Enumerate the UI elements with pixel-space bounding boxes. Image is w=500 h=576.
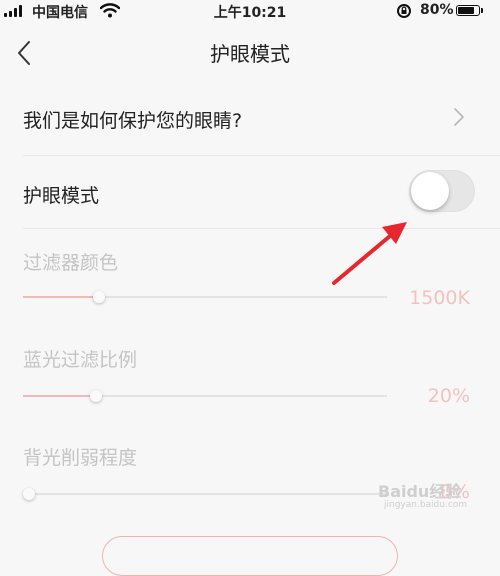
filter-color-value: 1500K: [409, 287, 470, 309]
toggle-knob: [411, 172, 449, 210]
bottom-button[interactable]: [102, 536, 398, 576]
battery-cap: [481, 8, 483, 13]
rotation-lock-icon: [397, 4, 411, 18]
backlight-reduction-label: 背光削弱程度: [23, 447, 138, 469]
battery-percent: 80%: [420, 2, 454, 18]
how-protect-label: 我们是如何保护您的眼睛?: [23, 110, 243, 132]
how-protect-row[interactable]: 我们是如何保护您的眼睛?: [0, 98, 500, 154]
divider: [23, 228, 500, 229]
battery-icon: [456, 5, 480, 16]
eye-mode-toggle[interactable]: [409, 170, 475, 212]
slider-thumb[interactable]: [93, 291, 106, 303]
watermark: Baidu经验 jingyan.baidu.com: [378, 482, 468, 510]
blue-light-ratio-slider[interactable]: [23, 388, 387, 404]
filter-color-label: 过滤器颜色: [23, 252, 119, 274]
backlight-reduction-slider[interactable]: [23, 486, 387, 502]
slider-thumb[interactable]: [23, 488, 35, 500]
status-bar: 中国电信 上午10:21 80%: [0, 0, 500, 22]
nav-bar: 护眼模式: [0, 22, 500, 84]
filter-color-slider[interactable]: [23, 289, 387, 305]
blue-light-ratio-label: 蓝光过滤比例: [23, 349, 138, 371]
chevron-right-icon: [454, 108, 464, 126]
blue-light-ratio-value: 20%: [427, 385, 470, 407]
slider-thumb[interactable]: [89, 390, 102, 402]
eye-mode-label: 护眼模式: [23, 185, 100, 207]
page-title: 护眼模式: [210, 42, 290, 66]
divider: [23, 155, 500, 156]
